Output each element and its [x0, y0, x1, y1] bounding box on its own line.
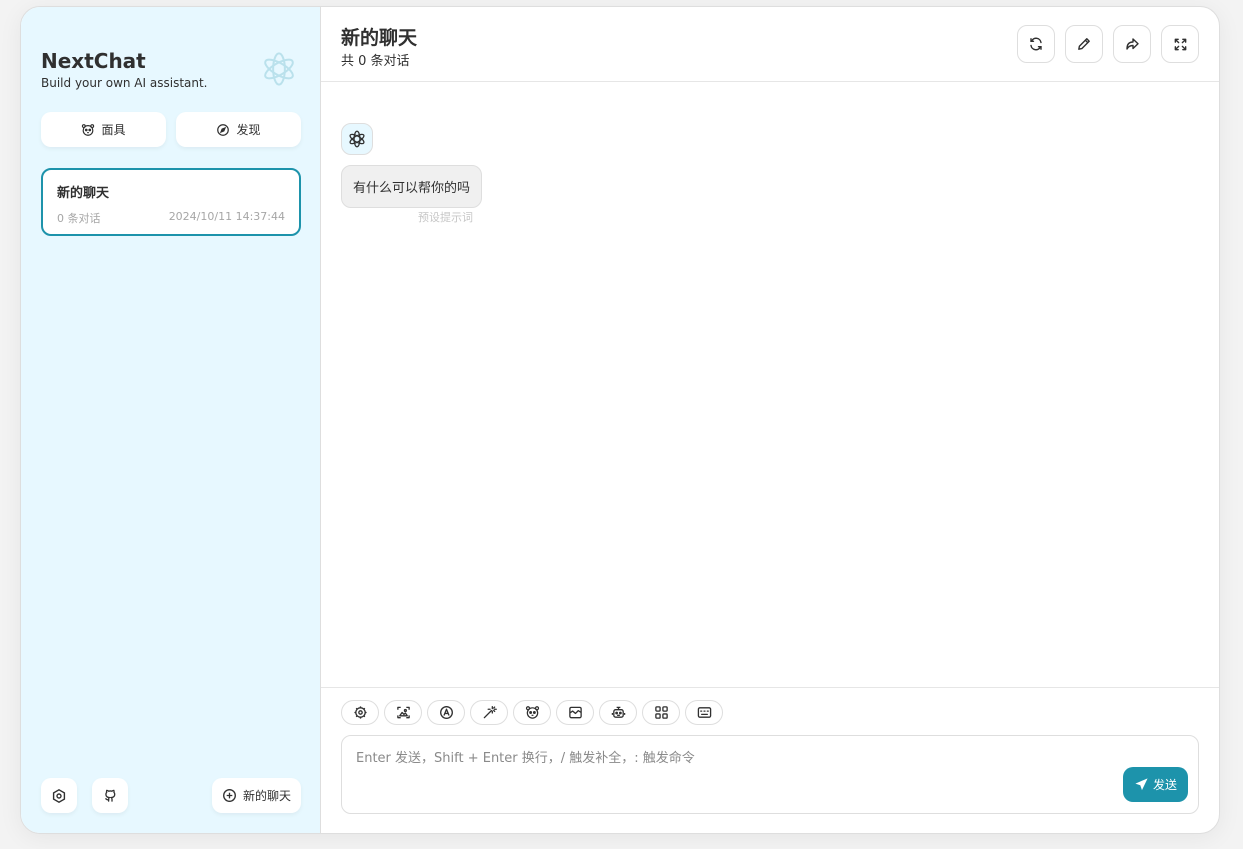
github-button[interactable]	[92, 778, 128, 813]
chat-item-count: 0 条对话	[57, 212, 101, 225]
grid-icon	[654, 705, 669, 720]
clear-context-action[interactable]	[556, 700, 594, 725]
chat-header: 新的聊天 共 0 条对话	[321, 7, 1219, 82]
shortcut-action[interactable]	[685, 700, 723, 725]
masks-action[interactable]	[513, 700, 551, 725]
keyboard-icon	[697, 705, 712, 720]
mask-icon	[81, 123, 95, 137]
fullscreen-icon	[1173, 37, 1188, 52]
sidebar: NextChat Build your own AI assistant. 面具	[21, 7, 321, 833]
chat-settings-action[interactable]	[341, 700, 379, 725]
pencil-icon	[1076, 36, 1092, 52]
message-meta: 预设提示词	[418, 211, 473, 224]
brand-subtitle: Build your own AI assistant.	[41, 76, 208, 90]
discover-button[interactable]: 发现	[176, 112, 301, 147]
chat-item-meta: 0 条对话 2024/10/11 14:37:44	[57, 210, 285, 226]
app-window: NextChat Build your own AI assistant. 面具	[20, 6, 1220, 834]
apps-action[interactable]	[642, 700, 680, 725]
chat-item-title: 新的聊天	[57, 186, 110, 201]
chat-input[interactable]	[342, 736, 1198, 813]
composer-area: 发送	[321, 687, 1219, 833]
brand-title: NextChat	[41, 49, 146, 73]
mask-button[interactable]: 面具	[41, 112, 166, 147]
refresh-button[interactable]	[1017, 25, 1055, 63]
new-chat-label: 新的聊天	[242, 789, 291, 803]
settings-icon	[353, 705, 368, 720]
send-button[interactable]: 发送	[1123, 767, 1188, 802]
refresh-icon	[1028, 36, 1044, 52]
plugin-action[interactable]	[599, 700, 637, 725]
chat-item-time: 2024/10/11 14:37:44	[168, 210, 285, 223]
chat-subtitle: 共 0 条对话	[341, 54, 410, 69]
new-chat-button[interactable]: 新的聊天	[212, 778, 301, 813]
github-icon	[103, 788, 118, 803]
mask-button-label: 面具	[101, 123, 126, 137]
share-icon	[1124, 36, 1140, 52]
openai-avatar-icon	[346, 128, 368, 150]
assistant-message-bubble: 有什么可以帮你的吗	[341, 165, 483, 208]
send-label: 发送	[1152, 778, 1177, 792]
send-icon	[1134, 777, 1149, 792]
openai-logo-icon	[257, 47, 301, 91]
fullscreen-button[interactable]	[1161, 25, 1199, 63]
bot-avatar	[341, 123, 373, 155]
upload-image-action[interactable]	[384, 700, 422, 725]
image-upload-icon	[396, 705, 411, 720]
model-select-action[interactable]	[427, 700, 465, 725]
magic-wand-icon	[482, 705, 497, 720]
chat-list-item[interactable]: 新的聊天 0 条对话 2024/10/11 14:37:44	[41, 168, 301, 236]
plus-circle-icon	[222, 788, 237, 803]
chat-main: 新的聊天 共 0 条对话 有什么可以帮你的吗 预设提示词 Enter 发送，Sh…	[321, 7, 1219, 833]
prompts-action[interactable]	[470, 700, 508, 725]
broom-break-icon	[568, 705, 583, 720]
compass-icon	[216, 123, 230, 137]
mask-icon	[525, 705, 540, 720]
robot-icon	[611, 705, 626, 720]
settings-button[interactable]	[41, 778, 77, 813]
share-button[interactable]	[1113, 25, 1151, 63]
edit-button[interactable]	[1065, 25, 1103, 63]
robot-model-icon	[439, 705, 454, 720]
chat-input-box: 发送	[341, 735, 1199, 814]
discover-button-label: 发现	[236, 123, 261, 137]
chat-title[interactable]: 新的聊天	[341, 23, 417, 50]
settings-icon	[51, 788, 67, 804]
